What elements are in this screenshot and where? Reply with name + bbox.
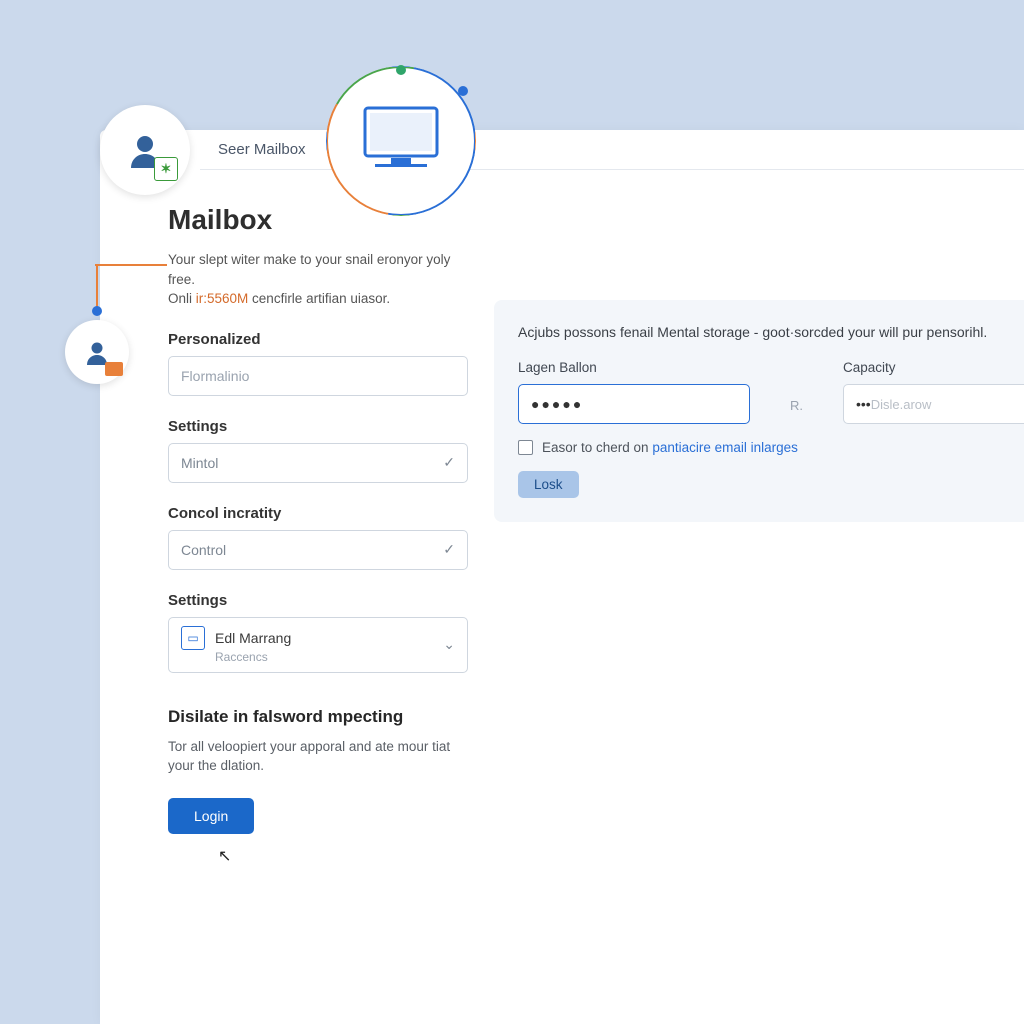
losk-button[interactable]: Losk [518,471,579,498]
user-avatar[interactable]: ✶ [100,105,190,195]
checkbox[interactable] [518,440,533,455]
field-settings-1: Settings Mintol ✓ [168,418,468,483]
select-value: Control [181,542,226,558]
settings-select-2[interactable]: ▭ Edl Marrang Raccencs ⌄ [168,617,468,673]
field-label: Lagen Ballon [518,360,750,375]
field-label: Concol incratity [168,505,468,522]
secondary-avatar[interactable] [65,320,129,384]
panel-col-1: Lagen Ballon ●●●●● [518,360,750,424]
capacity-input[interactable]: ••• Disle.arow [843,384,1024,424]
panel-col-2: Capacity ••• Disle.arow [843,360,1024,424]
connector-line [95,264,167,266]
input-prefix: ••• [856,396,871,412]
side-panel: Acjubs possons fenail Mental storage - g… [494,300,1024,522]
connector-dot [92,306,102,316]
breadcrumb: Seer Mailbox [218,141,306,158]
select-subtitle: Raccencs [215,650,443,664]
field-personalized: Personalized Flormalinio [168,331,468,396]
checkbox-row: Easor to cherd on pantiacire email inlar… [518,440,1000,455]
settings-select-1[interactable]: Mintol ✓ [168,443,468,483]
section-heading: Disilate in falsword mpecting [168,707,468,727]
input-value: ●●●●● [531,396,583,412]
ballon-input[interactable]: ●●●●● [518,384,750,424]
select-title: Edl Marrang [215,630,291,646]
product-emblem [326,66,476,216]
field-label: Capacity [843,360,1024,375]
field-concol: Concol incratity Control ✓ [168,505,468,570]
briefcase-icon: ▭ [181,626,205,650]
field-label: Personalized [168,331,468,348]
section-text: Tor all veloopiert your apporal and ate … [168,737,468,776]
cursor-icon: ↖ [218,846,231,866]
emblem-dot-green [396,65,406,75]
input-placeholder: Flormalinio [181,368,249,384]
chevron-down-icon: ✓ [443,541,455,558]
connector-line [96,264,98,310]
avatar-badge-icon: ✶ [154,157,178,181]
personalized-input[interactable]: Flormalinio [168,356,468,396]
breadcrumb-bar: Seer Mailbox [200,130,1024,170]
monitor-icon [361,104,441,174]
avatar-badge-icon [105,362,123,376]
select-value: Mintol [181,455,218,471]
chevron-down-icon: ✓ [443,454,455,471]
field-label: Settings [168,592,468,609]
page-subtitle: Your slept witer make to your snail eron… [168,250,468,309]
field-label: Settings [168,418,468,435]
checkbox-link[interactable]: pantiacire email inlarges [652,440,798,455]
checkbox-text: Easor to cherd on [542,440,652,455]
main-column: Mailbox Your slept witer make to your sn… [168,204,468,834]
panel-headline: Acjubs possons fenail Mental storage - g… [518,324,1000,340]
input-placeholder: Disle.arow [871,397,932,412]
emblem-dot-blue [458,86,468,96]
login-button[interactable]: Login [168,798,254,834]
field-settings-2: Settings ▭ Edl Marrang Raccencs ⌄ [168,592,468,673]
between-text: R. [790,398,803,413]
concol-select[interactable]: Control ✓ [168,530,468,570]
chevron-down-icon: ⌄ [443,636,455,653]
